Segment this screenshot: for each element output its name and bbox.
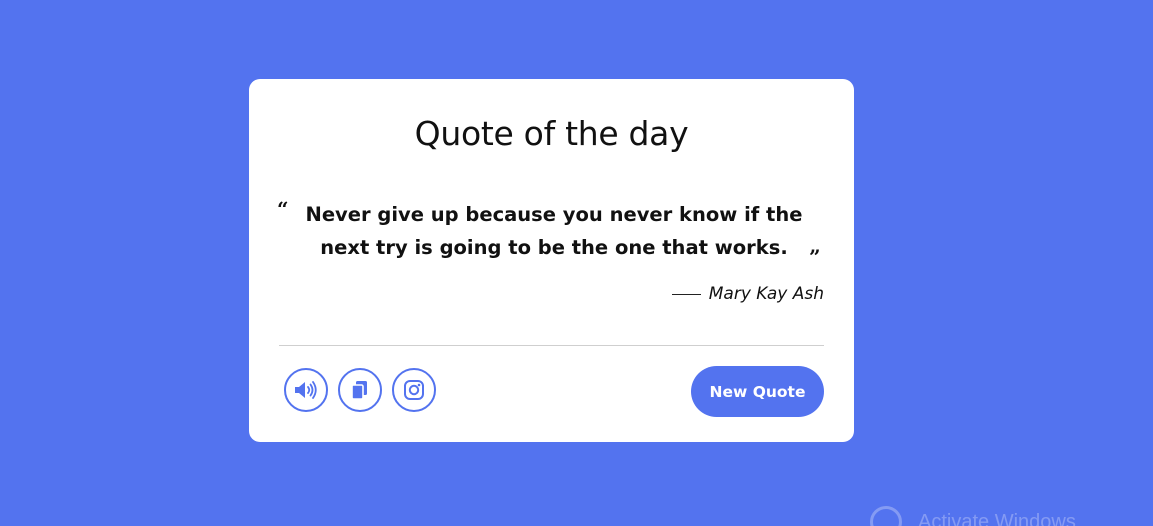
action-buttons [284, 368, 436, 412]
watermark-text: Activate Windows [918, 511, 1076, 526]
close-quote-mark: ” [809, 245, 821, 269]
instagram-button[interactable] [392, 368, 436, 412]
activate-windows-watermark: Activate Windows [870, 506, 1076, 526]
speaker-icon [295, 381, 317, 399]
divider [279, 345, 824, 346]
copy-button[interactable] [338, 368, 382, 412]
open-quote-mark: “ [277, 197, 289, 221]
author-dash [671, 293, 701, 295]
card-title: Quote of the day [414, 114, 689, 153]
quote-text: Never give up because you never know if … [305, 203, 803, 259]
quote-card: Quote of the day “ Never give up because… [249, 79, 854, 442]
new-quote-button[interactable]: New Quote [691, 366, 824, 417]
windows-logo-icon [870, 506, 902, 526]
copy-icon [351, 381, 367, 400]
author-row: Mary Kay Ash [671, 284, 824, 304]
instagram-icon [404, 380, 424, 400]
speak-button[interactable] [284, 368, 328, 412]
quote-author: Mary Kay Ash [708, 284, 824, 304]
